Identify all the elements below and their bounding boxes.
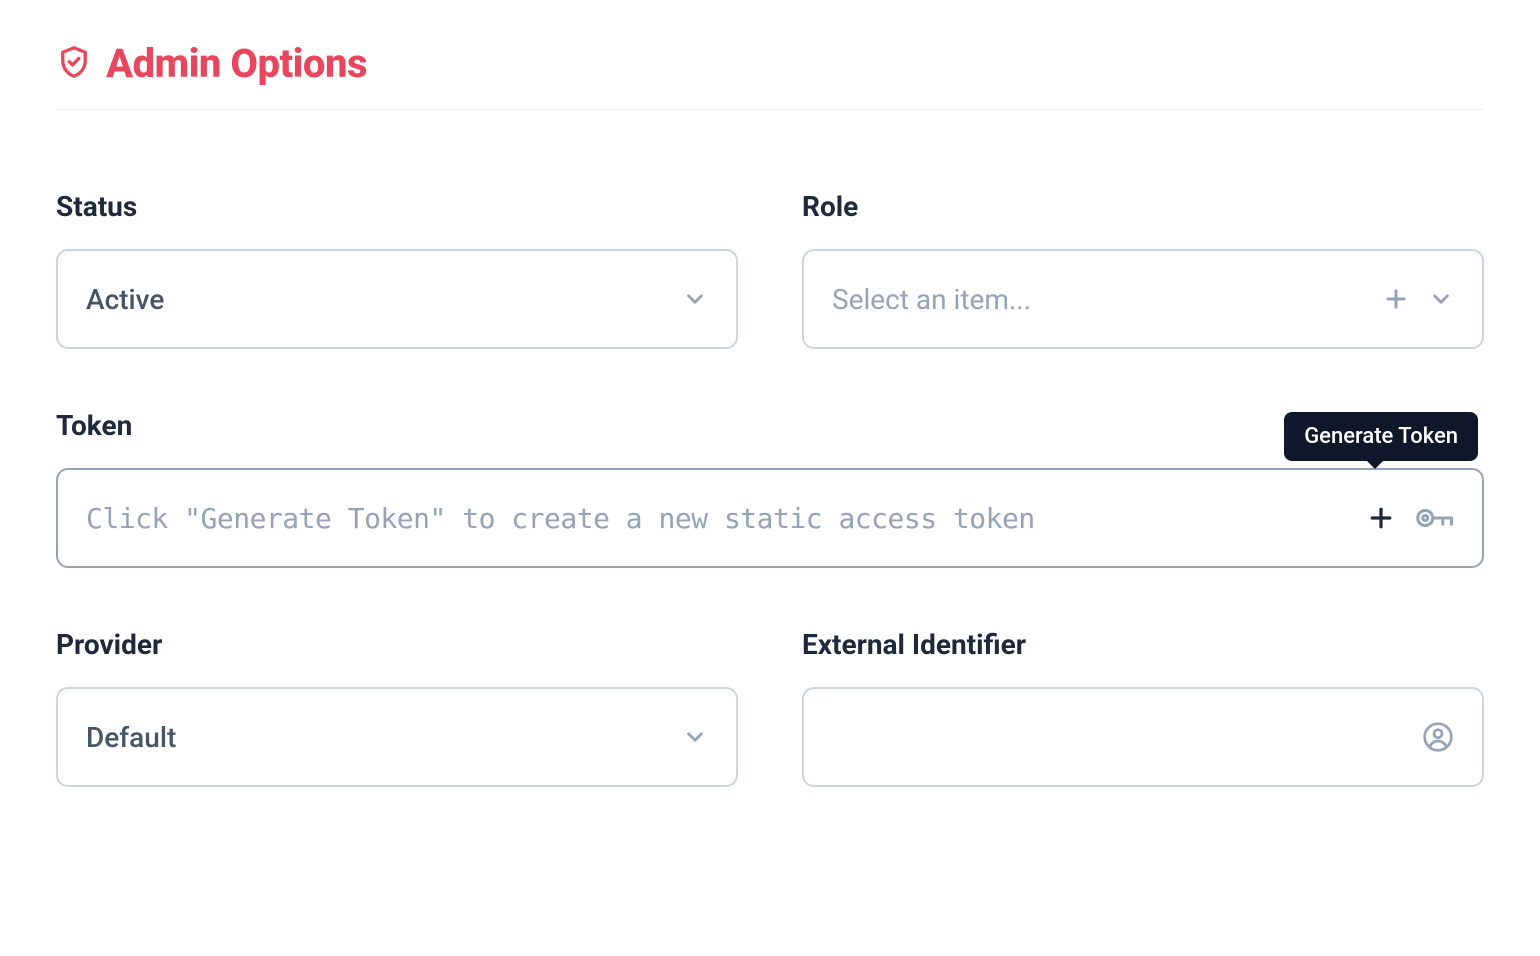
field-status: Status Active bbox=[56, 190, 738, 349]
shield-check-icon bbox=[56, 44, 92, 84]
provider-value: Default bbox=[86, 721, 176, 754]
generate-token-tooltip: Generate Token bbox=[1284, 412, 1478, 461]
provider-label: Provider bbox=[56, 628, 738, 661]
page-title: Admin Options bbox=[106, 40, 367, 87]
user-circle-icon bbox=[1422, 721, 1454, 753]
field-provider: Provider Default bbox=[56, 628, 738, 787]
field-token: Token Generate Token Click "Generate Tok… bbox=[56, 409, 1484, 568]
field-external-identifier: External Identifier bbox=[802, 628, 1484, 787]
role-select[interactable]: Select an item... bbox=[802, 249, 1484, 349]
role-label: Role bbox=[802, 190, 1484, 223]
key-icon[interactable] bbox=[1414, 503, 1454, 533]
provider-select[interactable]: Default bbox=[56, 687, 738, 787]
chevron-down-icon bbox=[1428, 286, 1454, 312]
row-provider-external: Provider Default External Identifier bbox=[56, 628, 1484, 787]
status-label: Status bbox=[56, 190, 738, 223]
role-placeholder: Select an item... bbox=[832, 283, 1031, 316]
chevron-down-icon bbox=[682, 286, 708, 312]
status-value: Active bbox=[86, 283, 164, 316]
external-identifier-label: External Identifier bbox=[802, 628, 1484, 661]
status-select[interactable]: Active bbox=[56, 249, 738, 349]
row-status-role: Status Active Role Select an item... bbox=[56, 190, 1484, 349]
plus-icon[interactable] bbox=[1366, 503, 1396, 533]
plus-icon[interactable] bbox=[1382, 285, 1410, 313]
token-label: Token bbox=[56, 409, 1484, 442]
chevron-down-icon bbox=[682, 724, 708, 750]
token-placeholder: Click "Generate Token" to create a new s… bbox=[86, 502, 1035, 535]
section-header: Admin Options bbox=[56, 40, 1484, 110]
field-role: Role Select an item... bbox=[802, 190, 1484, 349]
row-token: Token Generate Token Click "Generate Tok… bbox=[56, 409, 1484, 568]
token-input[interactable]: Generate Token Click "Generate Token" to… bbox=[56, 468, 1484, 568]
external-identifier-input[interactable] bbox=[802, 687, 1484, 787]
